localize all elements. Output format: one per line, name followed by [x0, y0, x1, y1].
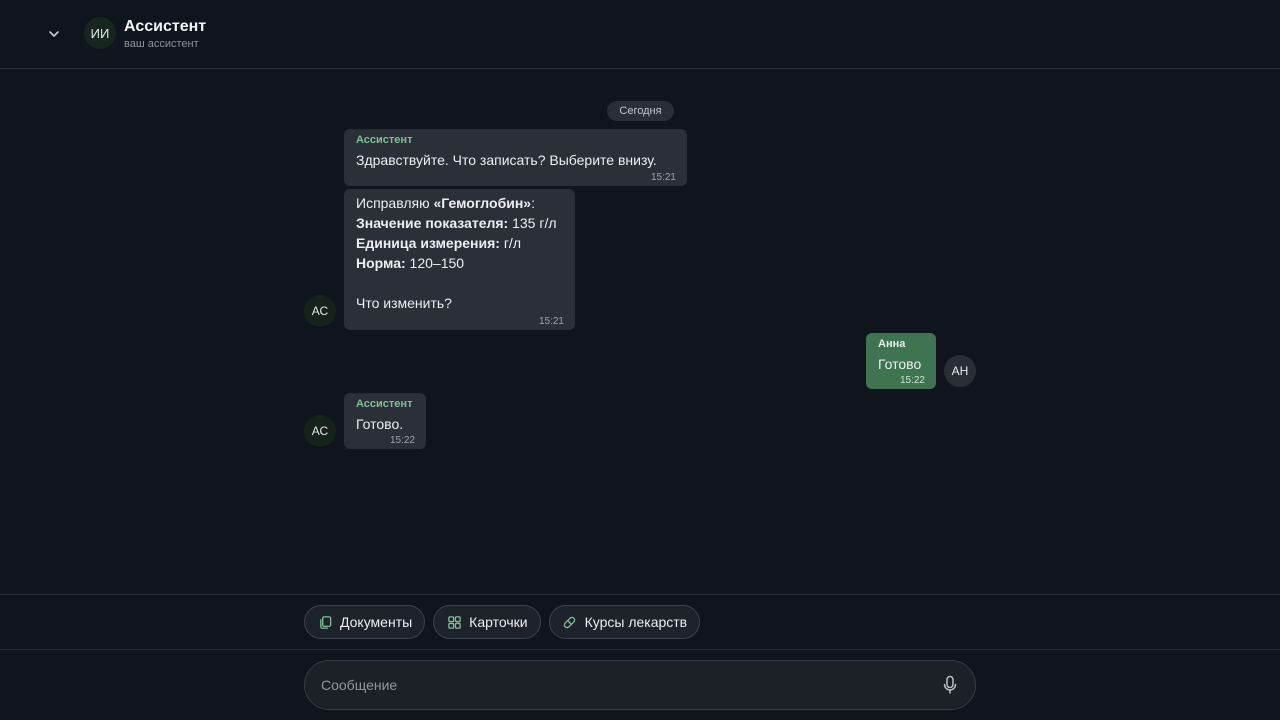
field-label: Значение показателя: — [356, 215, 509, 231]
message-time: 15:22 — [389, 435, 415, 446]
chat-subtitle: ваш ассистент — [124, 38, 199, 50]
divider — [0, 594, 1280, 595]
message-text: Готово — [878, 356, 922, 372]
divider — [0, 649, 1280, 650]
assistant-avatar: АС — [304, 295, 336, 327]
documents-button[interactable]: Документы — [304, 605, 426, 639]
text-segment: : — [531, 195, 535, 211]
field-label: Единица измерения: — [356, 235, 500, 251]
message-time: 15:21 — [538, 316, 564, 327]
cards-button[interactable]: Карточки — [433, 605, 541, 639]
field-value: 135 г/л — [508, 215, 557, 231]
message-bubble-outgoing: Анна Готово 15:22 — [866, 333, 936, 389]
message-sender: Ассистент — [356, 134, 413, 146]
message-input[interactable] — [321, 661, 921, 709]
medication-courses-button[interactable]: Курсы лекарств — [548, 605, 701, 639]
indicator-name: «Гемоглобин» — [433, 195, 532, 211]
date-separator: Сегодня — [607, 101, 674, 121]
message-bubble: Ассистент Здравствуйте. Что записать? Вы… — [344, 129, 687, 186]
microphone-icon — [943, 675, 957, 694]
chat-header: ИИ Ассистент ваш ассистент — [0, 0, 1280, 69]
documents-icon — [317, 614, 333, 630]
message-text: Исправляю «Гемоглобин»: Значение показат… — [356, 193, 563, 313]
field-value: г/л — [499, 235, 521, 251]
message-question: Что изменить? — [356, 295, 452, 311]
text-segment: Исправляю — [356, 195, 434, 211]
grid-icon — [446, 614, 462, 630]
field-value: 120–150 — [405, 255, 465, 271]
message-sender: Анна — [878, 338, 906, 350]
user-avatar: АН — [944, 355, 976, 387]
documents-label: Документы — [340, 614, 413, 630]
chat-title: Ассистент — [124, 18, 207, 35]
message-text: Готово. — [356, 416, 404, 432]
pill-icon — [562, 614, 578, 630]
message-composer — [304, 660, 976, 710]
collapse-button[interactable] — [40, 20, 68, 48]
quick-actions-bar: Документы Карточки Курсы лекарств — [304, 605, 701, 639]
message-time: 15:21 — [650, 172, 676, 183]
chevron-down-icon — [49, 31, 59, 37]
message-bubble: Ассистент Готово. 15:22 — [344, 393, 426, 449]
voice-input-button[interactable] — [939, 674, 961, 696]
medication-courses-label: Курсы лекарств — [584, 614, 688, 630]
assistant-avatar: АС — [304, 415, 336, 447]
message-time: 15:22 — [899, 375, 925, 386]
field-label: Норма: — [356, 255, 406, 271]
cards-label: Карточки — [469, 614, 528, 630]
assistant-avatar: ИИ — [84, 17, 116, 49]
message-sender: Ассистент — [356, 398, 413, 410]
message-text: Здравствуйте. Что записать? Выберите вни… — [356, 152, 657, 168]
message-bubble: Исправляю «Гемоглобин»: Значение показат… — [344, 189, 575, 330]
